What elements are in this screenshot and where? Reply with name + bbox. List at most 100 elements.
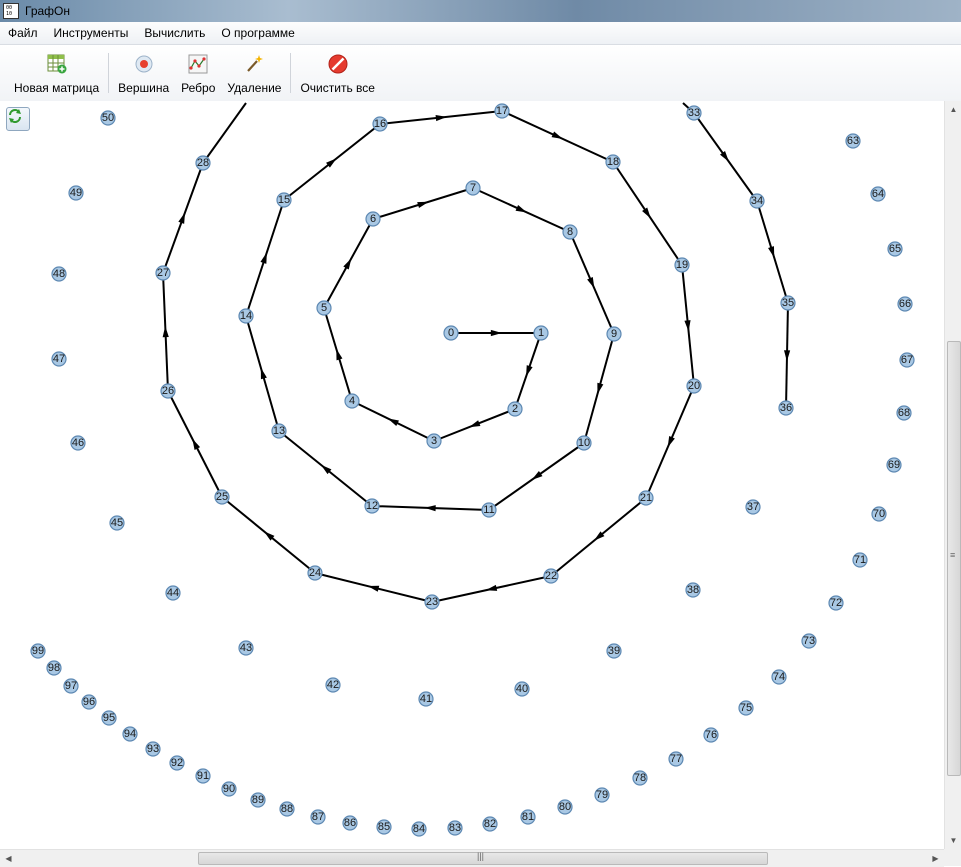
graph-vertex[interactable]: 39 — [606, 643, 622, 659]
graph-vertex[interactable]: 84 — [411, 821, 427, 837]
graph-vertex[interactable]: 19 — [674, 257, 690, 273]
graph-vertex[interactable]: 34 — [749, 193, 765, 209]
graph-canvas[interactable]: 0 1 2 3 4 5 6 7 8 9 10 11 12 13 14 15 16 17 18 19 20 21 22 23 24… — [0, 101, 944, 849]
graph-vertex[interactable]: 17 — [494, 103, 510, 119]
graph-vertex[interactable]: 14 — [238, 308, 254, 324]
graph-vertex[interactable]: 65 — [887, 241, 903, 257]
graph-vertex[interactable]: 88 — [279, 801, 295, 817]
graph-vertex[interactable]: 11 — [481, 502, 497, 518]
graph-vertex[interactable]: 23 — [424, 594, 440, 610]
graph-vertex[interactable]: 21 — [638, 490, 654, 506]
graph-vertex[interactable]: 69 — [886, 457, 902, 473]
graph-edge[interactable] — [202, 102, 247, 164]
graph-vertex[interactable]: 45 — [109, 515, 125, 531]
graph-vertex[interactable]: 91 — [195, 768, 211, 784]
graph-vertex[interactable]: 48 — [51, 266, 67, 282]
graph-vertex[interactable]: 70 — [871, 506, 887, 522]
horizontal-scrollbar[interactable]: ◀ ||| ▶ — [0, 849, 944, 867]
graph-vertex[interactable]: 38 — [685, 582, 701, 598]
graph-vertex[interactable]: 9 — [606, 326, 622, 342]
graph-vertex[interactable]: 74 — [771, 669, 787, 685]
graph-vertex[interactable]: 49 — [68, 185, 84, 201]
graph-vertex[interactable]: 2 — [507, 401, 523, 417]
graph-vertex[interactable]: 37 — [745, 499, 761, 515]
graph-vertex[interactable]: 1 — [533, 325, 549, 341]
graph-vertex[interactable]: 20 — [686, 378, 702, 394]
graph-vertex[interactable]: 75 — [738, 700, 754, 716]
graph-vertex[interactable]: 68 — [896, 405, 912, 421]
graph-vertex[interactable]: 10 — [576, 435, 592, 451]
graph-vertex[interactable]: 25 — [214, 489, 230, 505]
new-matrix-button[interactable]: Новая матрица — [8, 45, 105, 101]
graph-vertex[interactable]: 3 — [426, 433, 442, 449]
graph-vertex[interactable]: 90 — [221, 781, 237, 797]
graph-vertex[interactable]: 4 — [344, 393, 360, 409]
graph-vertex[interactable]: 93 — [145, 741, 161, 757]
graph-vertex[interactable]: 22 — [543, 568, 559, 584]
graph-vertex[interactable]: 13 — [271, 423, 287, 439]
graph-vertex[interactable]: 36 — [778, 400, 794, 416]
graph-vertex[interactable]: 8 — [562, 224, 578, 240]
graph-vertex[interactable]: 6 — [365, 211, 381, 227]
graph-drawing[interactable]: 0 123456789101112131415161718192021222324… — [0, 101, 944, 849]
scroll-up-arrow-icon[interactable]: ▲ — [945, 101, 961, 118]
graph-vertex[interactable]: 85 — [376, 819, 392, 835]
graph-vertex[interactable]: 42 — [325, 677, 341, 693]
graph-vertex[interactable]: 24 — [307, 565, 323, 581]
graph-vertex[interactable]: 28 — [195, 155, 211, 171]
graph-vertex[interactable]: 40 — [514, 681, 530, 697]
scroll-down-arrow-icon[interactable]: ▼ — [945, 832, 961, 849]
graph-vertex[interactable]: 99 — [30, 643, 46, 659]
menu-tools[interactable]: Инструменты — [46, 26, 137, 40]
graph-vertex[interactable]: 81 — [520, 809, 536, 825]
graph-vertex[interactable]: 27 — [155, 265, 171, 281]
menu-about[interactable]: О программе — [213, 26, 302, 40]
graph-vertex[interactable]: 95 — [101, 710, 117, 726]
graph-vertex[interactable]: 18 — [605, 154, 621, 170]
graph-vertex[interactable]: 7 — [465, 180, 481, 196]
graph-vertex[interactable]: 78 — [632, 770, 648, 786]
clear-all-button[interactable]: Очистить все — [294, 45, 380, 101]
graph-vertex[interactable]: 89 — [250, 792, 266, 808]
graph-vertex[interactable]: 63 — [845, 133, 861, 149]
graph-vertex[interactable]: 43 — [238, 640, 254, 656]
graph-vertex[interactable]: 98 — [46, 660, 62, 676]
graph-vertex[interactable]: 67 — [899, 352, 915, 368]
refresh-button[interactable] — [6, 107, 30, 131]
graph-vertex[interactable]: 46 — [70, 435, 86, 451]
edge-button[interactable]: Ребро — [175, 45, 221, 101]
graph-vertex[interactable]: 82 — [482, 816, 498, 832]
graph-vertex[interactable]: 83 — [447, 820, 463, 836]
graph-vertex[interactable]: 50 — [100, 110, 116, 126]
graph-vertex[interactable]: 16 — [372, 116, 388, 132]
graph-vertex[interactable]: 80 — [557, 799, 573, 815]
graph-vertex[interactable]: 73 — [801, 633, 817, 649]
graph-vertex[interactable]: 71 — [852, 552, 868, 568]
graph-vertex[interactable]: 66 — [897, 296, 913, 312]
graph-vertex[interactable]: 44 — [165, 585, 181, 601]
graph-vertex[interactable]: 76 — [703, 727, 719, 743]
graph-vertex[interactable]: 86 — [342, 815, 358, 831]
graph-vertex[interactable]: 94 — [122, 726, 138, 742]
graph-vertex[interactable]: 92 — [169, 755, 185, 771]
scroll-left-arrow-icon[interactable]: ◀ — [0, 850, 17, 867]
graph-vertex[interactable]: 35 — [780, 295, 796, 311]
horizontal-scroll-thumb[interactable]: ||| — [198, 851, 768, 865]
vertical-scrollbar[interactable]: ▲ ≡ ▼ — [944, 101, 961, 849]
graph-vertex[interactable]: 5 — [316, 300, 332, 316]
graph-vertex[interactable]: 72 — [828, 595, 844, 611]
menu-file[interactable]: Файл — [0, 26, 46, 40]
menu-compute[interactable]: Вычислить — [136, 26, 213, 40]
graph-vertex[interactable]: 47 — [51, 351, 67, 367]
vertex-button[interactable]: Вершина — [112, 45, 175, 101]
graph-vertex[interactable]: 77 — [668, 751, 684, 767]
scroll-right-arrow-icon[interactable]: ▶ — [927, 850, 944, 867]
vertical-scroll-thumb[interactable]: ≡ — [947, 341, 961, 776]
graph-vertex[interactable]: 0 — [443, 325, 459, 341]
graph-vertex[interactable]: 97 — [63, 678, 79, 694]
graph-vertex[interactable]: 87 — [310, 809, 326, 825]
graph-vertex[interactable]: 41 — [418, 691, 434, 707]
graph-vertex[interactable]: 96 — [81, 694, 97, 710]
delete-button[interactable]: Удаление — [221, 45, 287, 101]
graph-vertex[interactable]: 15 — [276, 192, 292, 208]
